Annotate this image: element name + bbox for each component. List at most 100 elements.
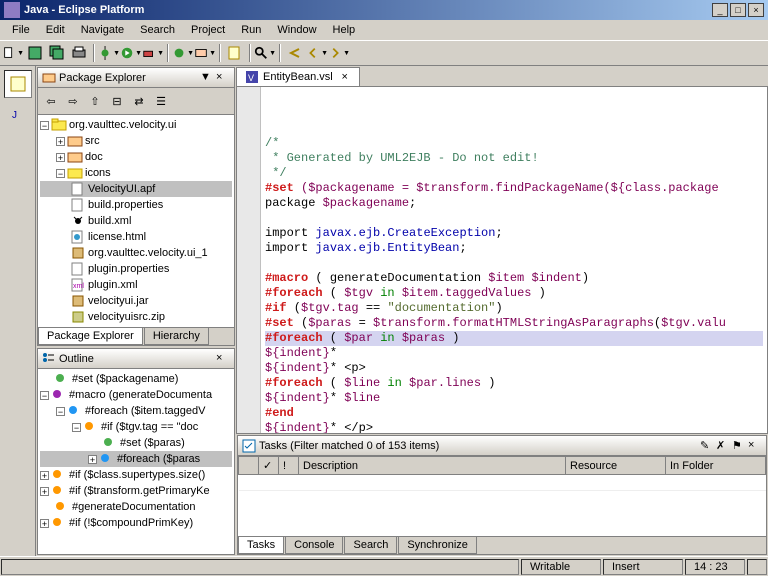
- open-type-button[interactable]: [224, 42, 246, 64]
- tree-item-label: license.html: [88, 231, 146, 243]
- tasks-close-button[interactable]: ×: [748, 439, 762, 453]
- tree-expand-button[interactable]: −: [56, 169, 65, 178]
- forward-nav-button[interactable]: ⇨: [62, 90, 84, 112]
- tasks-col-resource[interactable]: Resource: [566, 457, 666, 475]
- menu-search[interactable]: Search: [132, 22, 183, 38]
- save-button[interactable]: [24, 42, 46, 64]
- tree-expand-button[interactable]: +: [56, 137, 65, 146]
- filter-button[interactable]: ☰: [150, 90, 172, 112]
- tree-item[interactable]: license.html: [40, 229, 232, 245]
- menu-file[interactable]: File: [4, 22, 38, 38]
- external-tools-button[interactable]: ▼: [142, 42, 164, 64]
- menu-help[interactable]: Help: [325, 22, 364, 38]
- tree-expand-button[interactable]: −: [56, 407, 65, 416]
- tasks-table[interactable]: ✓ ! Description Resource In Folder: [238, 456, 766, 536]
- table-row[interactable]: [239, 475, 766, 491]
- tab-synchronize[interactable]: Synchronize: [398, 537, 477, 554]
- open-perspective-button[interactable]: [4, 70, 32, 98]
- tasks-col-0[interactable]: [239, 457, 259, 475]
- tasks-col-folder[interactable]: In Folder: [666, 457, 766, 475]
- outline-tree[interactable]: #set ($packagename)−#macro (generateDocu…: [38, 369, 234, 533]
- tab-hierarchy[interactable]: Hierarchy: [144, 328, 209, 345]
- menu-edit[interactable]: Edit: [38, 22, 73, 38]
- tree-item[interactable]: VelocityUI.apf: [40, 181, 232, 197]
- back-nav-button[interactable]: ⇦: [40, 90, 62, 112]
- collapse-all-button[interactable]: ⊟: [106, 90, 128, 112]
- tree-expand-button[interactable]: −: [40, 121, 49, 130]
- tree-item[interactable]: velocityuisrc.zip: [40, 309, 232, 325]
- tree-item[interactable]: velocityui.jar: [40, 293, 232, 309]
- maximize-button[interactable]: □: [730, 3, 746, 17]
- view-menu-button[interactable]: ▼: [200, 71, 214, 85]
- editor-tab-close-button[interactable]: ×: [339, 71, 351, 83]
- tree-expand-button[interactable]: −: [72, 423, 81, 432]
- save-all-button[interactable]: [46, 42, 68, 64]
- outline-item[interactable]: +#if ($transform.getPrimaryKe: [40, 483, 232, 499]
- outline-node-icon: [54, 500, 70, 514]
- tasks-col-priority[interactable]: !: [279, 457, 299, 475]
- tasks-new-button[interactable]: ✎: [700, 439, 714, 453]
- source-editor[interactable]: /* * Generated by UML2EJB - Do not edit!…: [236, 86, 768, 434]
- menu-run[interactable]: Run: [233, 22, 269, 38]
- print-button[interactable]: [68, 42, 90, 64]
- outline-item[interactable]: #generateDocumentation: [40, 499, 232, 515]
- tree-item[interactable]: plugin.properties: [40, 261, 232, 277]
- outline-item[interactable]: −#macro (generateDocumenta: [40, 387, 232, 403]
- view-close-button[interactable]: ×: [216, 71, 230, 85]
- tree-expand-button[interactable]: +: [88, 455, 97, 464]
- run-button[interactable]: ▼: [120, 42, 142, 64]
- tab-tasks[interactable]: Tasks: [238, 537, 284, 554]
- tree-item[interactable]: + doc: [40, 149, 232, 165]
- debug-button[interactable]: ▼: [98, 42, 120, 64]
- forward-button[interactable]: ▼: [328, 42, 350, 64]
- search-button[interactable]: ▼: [254, 42, 276, 64]
- tree-expand-button[interactable]: +: [40, 487, 49, 496]
- tab-search[interactable]: Search: [344, 537, 397, 554]
- outline-item[interactable]: +#foreach ($paras: [40, 451, 232, 467]
- tree-expand-button[interactable]: −: [40, 391, 49, 400]
- tree-item-label: doc: [85, 151, 103, 163]
- tree-item[interactable]: build.xml: [40, 213, 232, 229]
- tasks-icon: [242, 439, 256, 453]
- tree-expand-button[interactable]: +: [40, 471, 49, 480]
- outline-item[interactable]: #set ($packagename): [40, 371, 232, 387]
- outline-item[interactable]: +#if (!$compoundPrimKey): [40, 515, 232, 531]
- up-nav-button[interactable]: ⇧: [84, 90, 106, 112]
- tasks-col-description[interactable]: Description: [299, 457, 566, 475]
- new-class-button[interactable]: ▼: [172, 42, 194, 64]
- tree-item[interactable]: org.vaulttec.velocity.ui_1: [40, 245, 232, 261]
- tree-item[interactable]: −org.vaulttec.velocity.ui: [40, 117, 232, 133]
- menu-project[interactable]: Project: [183, 22, 233, 38]
- tab-package-explorer[interactable]: Package Explorer: [38, 328, 143, 345]
- tree-item[interactable]: −icons: [40, 165, 232, 181]
- new-package-button[interactable]: ▼: [194, 42, 216, 64]
- tree-item[interactable]: xmlplugin.xml: [40, 277, 232, 293]
- title-bar: Java - Eclipse Platform _ □ ×: [0, 0, 768, 20]
- outline-item[interactable]: −#if ($tgv.tag == "doc: [40, 419, 232, 435]
- menu-navigate[interactable]: Navigate: [73, 22, 132, 38]
- tab-console[interactable]: Console: [285, 537, 343, 554]
- tasks-col-done[interactable]: ✓: [259, 457, 279, 475]
- editor-tab-entitybean[interactable]: V EntityBean.vsl ×: [236, 67, 360, 86]
- java-perspective-button[interactable]: J: [4, 100, 32, 128]
- outline-item[interactable]: −#foreach ($item.taggedV: [40, 403, 232, 419]
- tree-item[interactable]: build.properties: [40, 197, 232, 213]
- tasks-filter-button[interactable]: ⚑: [732, 439, 746, 453]
- tasks-delete-button[interactable]: ✗: [716, 439, 730, 453]
- new-button[interactable]: ▼: [2, 42, 24, 64]
- tree-item[interactable]: +src: [40, 133, 232, 149]
- pkgfolder-icon: [67, 134, 83, 148]
- link-editor-button[interactable]: ⇄: [128, 90, 150, 112]
- tree-expand-button[interactable]: +: [56, 153, 65, 162]
- outline-item[interactable]: #set ($paras): [40, 435, 232, 451]
- minimize-button[interactable]: _: [712, 3, 728, 17]
- last-edit-button[interactable]: [284, 42, 306, 64]
- tree-expand-button[interactable]: +: [40, 519, 49, 528]
- svg-text:J: J: [12, 110, 17, 121]
- outline-item[interactable]: +#if ($class.supertypes.size(): [40, 467, 232, 483]
- package-explorer-tree[interactable]: −org.vaulttec.velocity.ui+src+doc−iconsV…: [38, 115, 234, 327]
- menu-window[interactable]: Window: [269, 22, 324, 38]
- back-button[interactable]: ▼: [306, 42, 328, 64]
- outline-close-button[interactable]: ×: [216, 352, 230, 366]
- close-button[interactable]: ×: [748, 3, 764, 17]
